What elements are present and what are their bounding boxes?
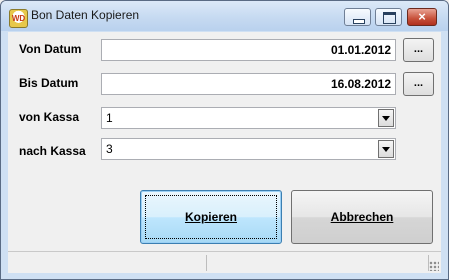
von-kassa-select[interactable]: 1 [101, 107, 396, 129]
dialog-body: Von Datum 01.01.2012 ... Bis Datum 16.08… [8, 32, 441, 273]
resize-grip-icon[interactable] [429, 261, 439, 271]
status-separator [206, 255, 207, 271]
close-icon: × [418, 9, 426, 24]
bis-datum-field[interactable]: 16.08.2012 [101, 73, 396, 95]
nach-kassa-label: nach Kassa [19, 144, 86, 158]
bis-datum-label: Bis Datum [19, 76, 79, 90]
maximize-icon [383, 12, 396, 24]
title-bar[interactable]: WD Bon Daten Kopieren × [1, 1, 448, 31]
chevron-down-icon[interactable] [378, 140, 394, 158]
abbrechen-button[interactable]: Abbrechen [291, 190, 433, 244]
dialog-window: WD Bon Daten Kopieren × Von Datum 01.01.… [0, 0, 449, 280]
chevron-down-icon[interactable] [378, 109, 394, 127]
bis-datum-picker-button[interactable]: ... [403, 72, 434, 96]
kopieren-button[interactable]: Kopieren [140, 190, 282, 244]
abbrechen-button-label: Abbrechen [330, 210, 394, 224]
close-button[interactable]: × [407, 8, 437, 26]
von-kassa-value: 1 [106, 111, 113, 125]
nach-kassa-value: 3 [106, 142, 113, 156]
app-icon[interactable]: WD [9, 9, 28, 28]
von-kassa-label: von Kassa [19, 110, 80, 124]
von-datum-field[interactable]: 01.01.2012 [101, 39, 396, 61]
nach-kassa-select[interactable]: 3 [101, 138, 396, 160]
von-datum-label: Von Datum [19, 42, 82, 56]
focus-rectangle [145, 195, 277, 239]
minimize-icon [353, 19, 365, 24]
maximize-button[interactable] [375, 8, 402, 26]
window-title: Bon Daten Kopieren [31, 8, 140, 22]
minimize-button[interactable] [344, 8, 371, 26]
status-bar [8, 251, 441, 273]
von-datum-picker-button[interactable]: ... [403, 38, 434, 62]
